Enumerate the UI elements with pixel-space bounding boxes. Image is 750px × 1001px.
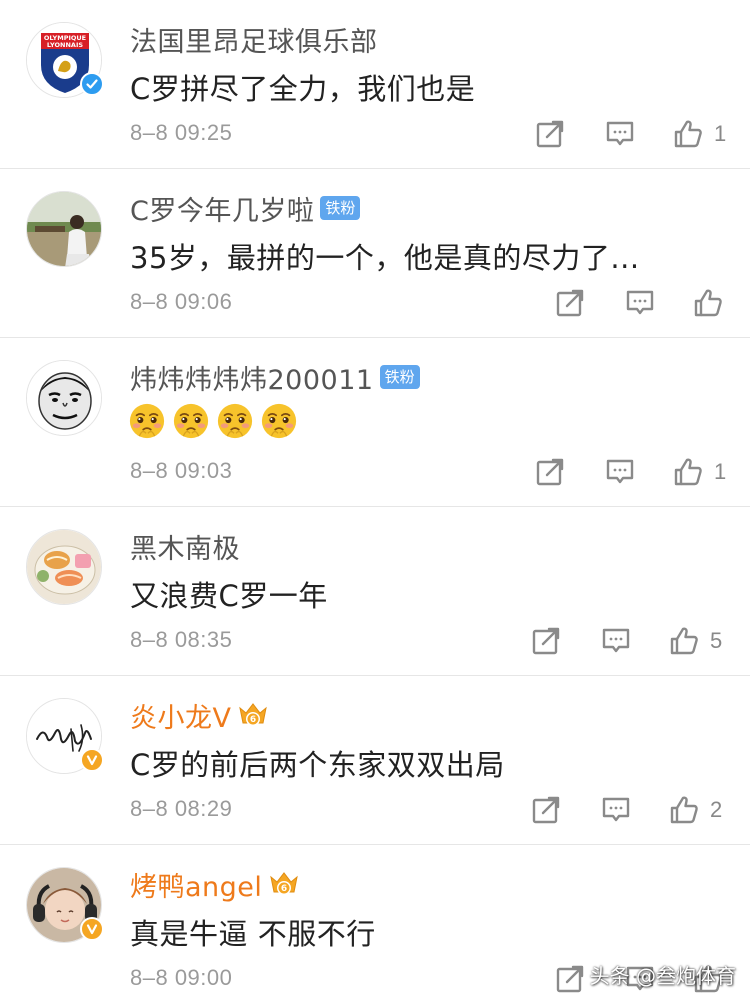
- avatar[interactable]: [26, 360, 102, 436]
- like-count: 1: [714, 121, 727, 146]
- avatar[interactable]: [26, 191, 102, 267]
- comment-text: 又浪费C罗一年: [130, 579, 328, 613]
- avatar[interactable]: [26, 529, 102, 605]
- avatar-wrap[interactable]: [26, 867, 104, 943]
- timestamp: 8–8 09:06: [130, 289, 233, 314]
- fan-badge: 铁粉: [320, 196, 361, 220]
- like-icon[interactable]: [692, 287, 724, 319]
- pleading-face-emoji-icon: [128, 402, 166, 440]
- comment-item: 黑木南极 又浪费C罗一年 8–8 08:35 5: [0, 507, 750, 676]
- name-row: C罗今年几岁啦 铁粉: [130, 189, 361, 228]
- comment-list: OLYMPIQUE LYONNAIS 法国里昂足球俱乐部 C罗拼尽了全力，我们也…: [0, 0, 750, 1001]
- name-row: 烤鸭angel 6: [130, 865, 300, 904]
- like-icon[interactable]: [668, 794, 700, 826]
- action-bar: 2: [530, 792, 722, 828]
- verified-badge-icon: [80, 917, 104, 941]
- timestamp: 8–8 08:29: [130, 796, 233, 821]
- name-row: 炜炜炜炜炜200011 铁粉: [130, 358, 420, 397]
- meme-face-avatar-icon: [27, 361, 101, 435]
- fan-badge: 铁粉: [379, 365, 420, 389]
- comment-item: 炎小龙V 6 C罗的前后两个东家双双出局 8–8 08:29 2: [0, 676, 750, 845]
- repost-icon[interactable]: [530, 794, 562, 826]
- name-row: 炎小龙V 6: [130, 696, 269, 735]
- timestamp: 8–8 08:35: [130, 627, 233, 652]
- repost-icon[interactable]: [530, 625, 562, 657]
- vip-crown-icon: 6: [268, 870, 300, 898]
- username[interactable]: 炜炜炜炜炜200011: [130, 358, 374, 397]
- timestamp: 8–8 09:00: [130, 965, 233, 990]
- pleading-face-emoji-icon: [260, 402, 298, 440]
- avatar-wrap[interactable]: [26, 529, 102, 605]
- comment-text: 真是牛逼 不服不行: [130, 917, 376, 951]
- emoji-row: [128, 402, 304, 440]
- verified-badge-icon: [80, 72, 104, 96]
- comment-item: OLYMPIQUE LYONNAIS 法国里昂足球俱乐部 C罗拼尽了全力，我们也…: [0, 0, 750, 169]
- food-illustration-avatar-icon: [27, 530, 101, 604]
- comment-item: C罗今年几岁啦 铁粉 35岁，最拼的一个，他是真的尽力了... 8–8 09:0…: [0, 169, 750, 338]
- repost-icon[interactable]: [534, 456, 566, 488]
- vip-crown-icon: 6: [237, 701, 269, 729]
- repost-icon[interactable]: [554, 963, 586, 995]
- like-count: 2: [710, 797, 723, 822]
- comment-icon[interactable]: [624, 287, 656, 319]
- comment-icon[interactable]: [600, 625, 632, 657]
- like-icon[interactable]: [668, 625, 700, 657]
- username[interactable]: 烤鸭angel: [130, 865, 262, 904]
- pleading-face-emoji-icon: [216, 402, 254, 440]
- watermark: 头条 @叁炮体育: [589, 964, 736, 988]
- repost-icon[interactable]: [534, 118, 566, 150]
- vip-level: 6: [281, 884, 287, 894]
- repost-icon[interactable]: [554, 287, 586, 319]
- timestamp: 8–8 09:03: [130, 458, 233, 483]
- comment-icon[interactable]: [604, 118, 636, 150]
- name-row: 黑木南极: [130, 527, 240, 566]
- comment-text: C罗拼尽了全力，我们也是: [130, 72, 476, 106]
- comment-icon[interactable]: [604, 456, 636, 488]
- user-photo-avatar-icon: [27, 192, 101, 266]
- like-icon[interactable]: [672, 456, 704, 488]
- avatar-wrap[interactable]: [26, 360, 102, 436]
- action-bar: 1: [534, 116, 726, 152]
- comment-text: C罗的前后两个东家双双出局: [130, 748, 505, 782]
- like-icon[interactable]: [672, 118, 704, 150]
- action-bar: 5: [530, 623, 722, 659]
- comment-icon[interactable]: [600, 794, 632, 826]
- action-bar: [554, 285, 734, 321]
- avatar-wrap[interactable]: [26, 191, 102, 267]
- action-bar: 1: [534, 454, 726, 490]
- name-row: 法国里昂足球俱乐部: [130, 20, 378, 59]
- vip-level: 6: [250, 715, 256, 725]
- avatar-wrap[interactable]: OLYMPIQUE LYONNAIS: [26, 22, 104, 98]
- logo-text-line2: LYONNAIS: [47, 41, 83, 49]
- username[interactable]: 炎小龙V: [130, 696, 231, 735]
- comment-text: 35岁，最拼的一个，他是真的尽力了...: [130, 241, 640, 275]
- username[interactable]: 法国里昂足球俱乐部: [130, 20, 378, 59]
- timestamp: 8–8 09:25: [130, 120, 233, 145]
- avatar-wrap[interactable]: [26, 698, 104, 774]
- like-count: 5: [710, 628, 723, 653]
- username[interactable]: C罗今年几岁啦: [130, 189, 314, 228]
- verified-badge-icon: [80, 748, 104, 772]
- comment-item: 炜炜炜炜炜200011 铁粉 8–8 09:03 1: [0, 338, 750, 507]
- username[interactable]: 黑木南极: [130, 527, 240, 566]
- pleading-face-emoji-icon: [172, 402, 210, 440]
- like-count: 1: [714, 459, 727, 484]
